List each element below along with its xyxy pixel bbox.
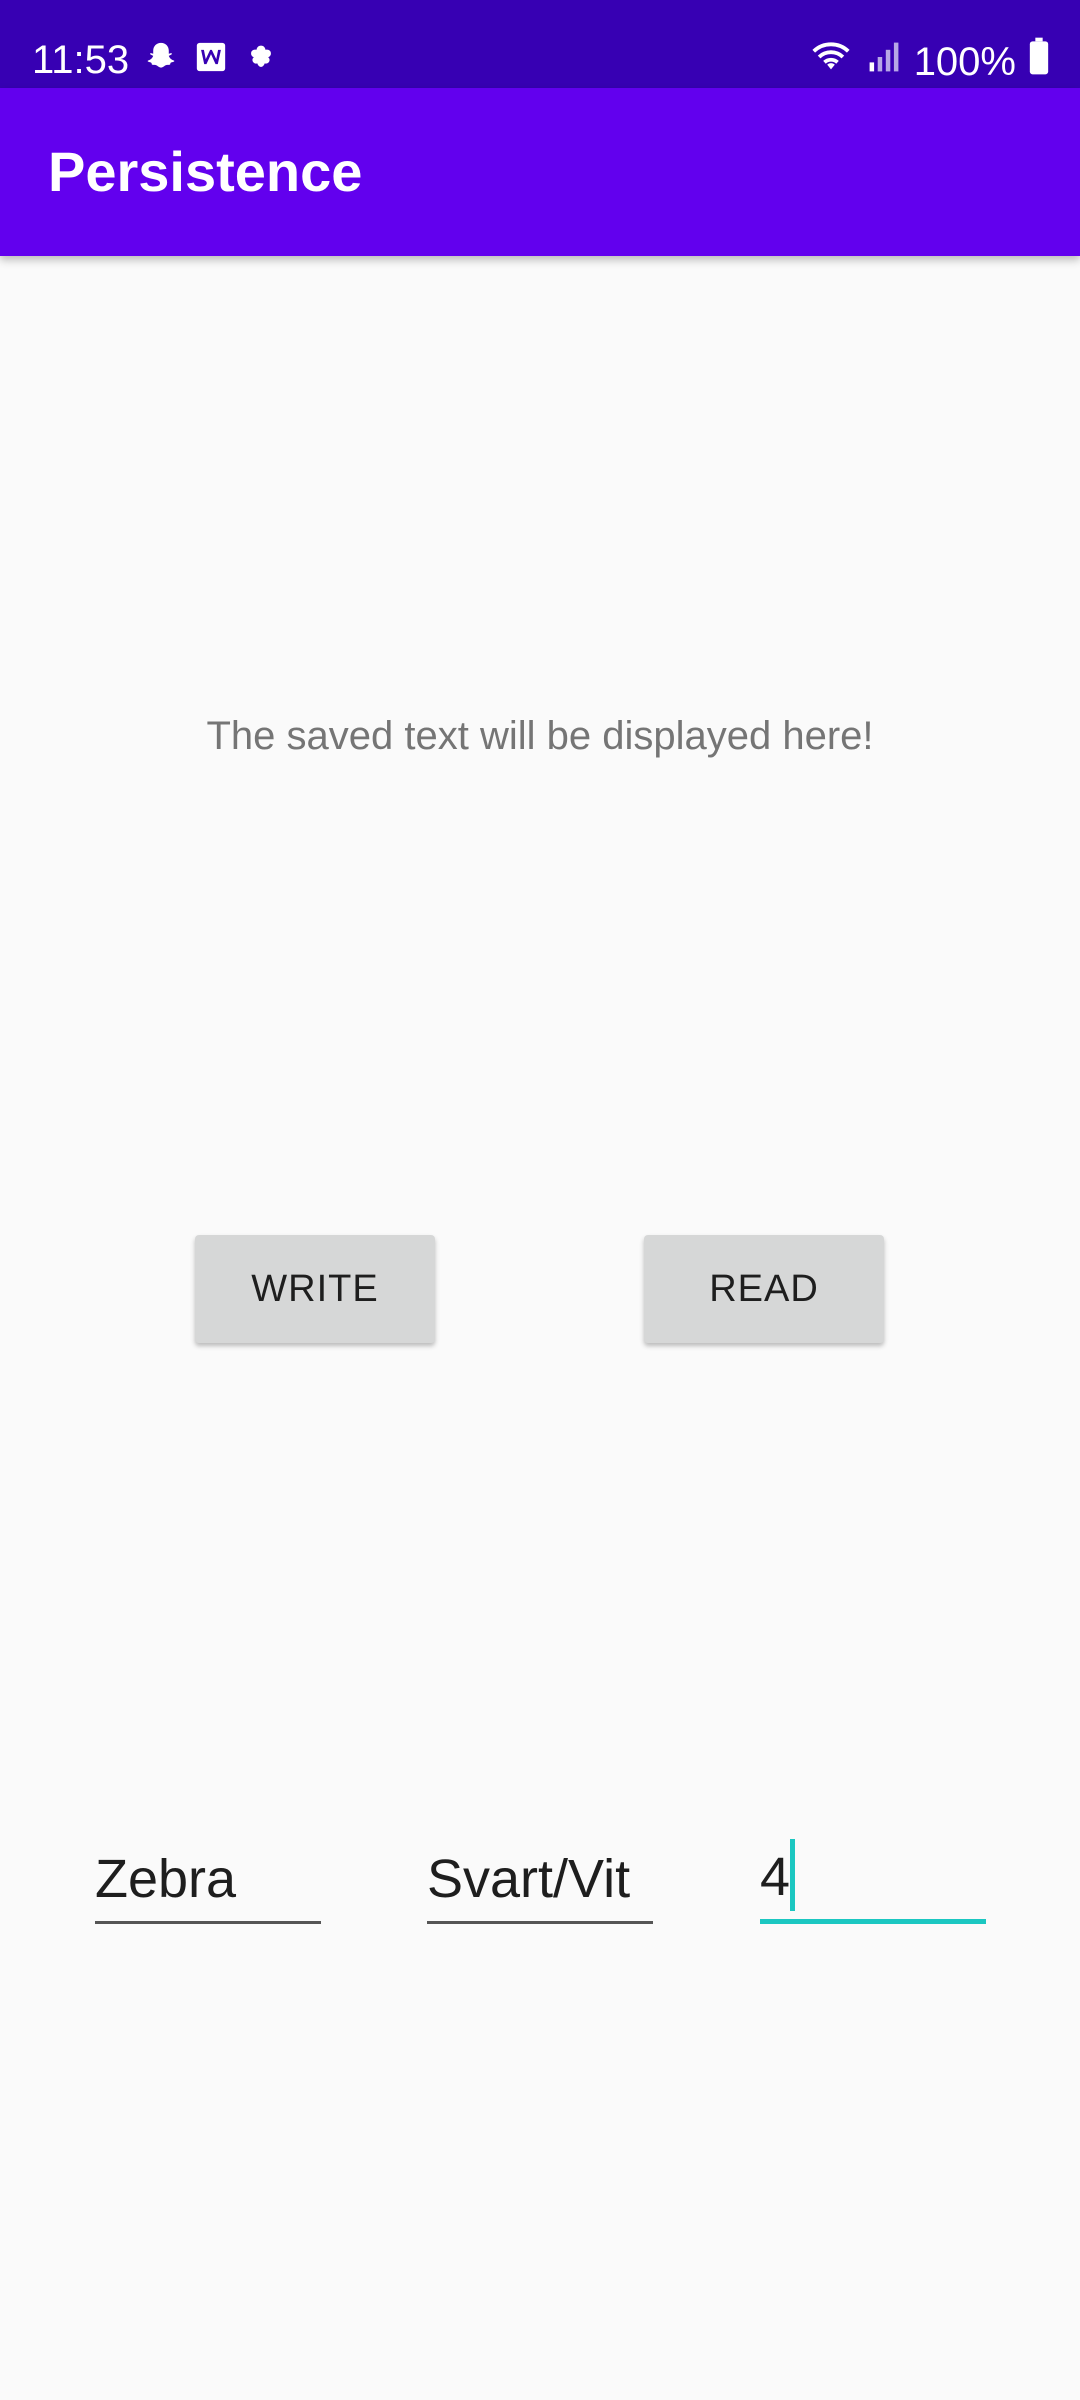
read-button[interactable]: READ: [644, 1235, 884, 1343]
snapchat-icon: [142, 38, 180, 76]
text-input-1-value: Zebra: [95, 1849, 237, 1909]
text-input-2-value: Svart/Vit: [427, 1849, 631, 1909]
status-notification-icons: [142, 38, 280, 76]
status-bar: 11:53 100%: [0, 0, 1080, 88]
saved-text-display: The saved text will be displayed here!: [206, 714, 874, 758]
write-button[interactable]: WRITE: [195, 1235, 435, 1343]
text-input-3[interactable]: 4: [760, 1839, 986, 1924]
signal-icon: [866, 38, 902, 86]
app-bar: Persistence: [0, 88, 1080, 256]
text-cursor: [790, 1839, 795, 1911]
notification-icon: [242, 38, 280, 76]
text-input-2[interactable]: Svart/Vit: [427, 1840, 653, 1924]
text-input-3-value: 4: [760, 1847, 791, 1907]
app-title: Persistence: [48, 140, 363, 203]
text-input-1[interactable]: Zebra: [95, 1840, 321, 1924]
battery-icon: [1028, 37, 1050, 86]
wifi-icon: [808, 36, 854, 87]
status-time: 11:53: [32, 38, 130, 82]
word-icon: [192, 38, 230, 76]
battery-percent: 100%: [913, 39, 1016, 84]
status-system-icons: 100%: [808, 36, 1050, 87]
